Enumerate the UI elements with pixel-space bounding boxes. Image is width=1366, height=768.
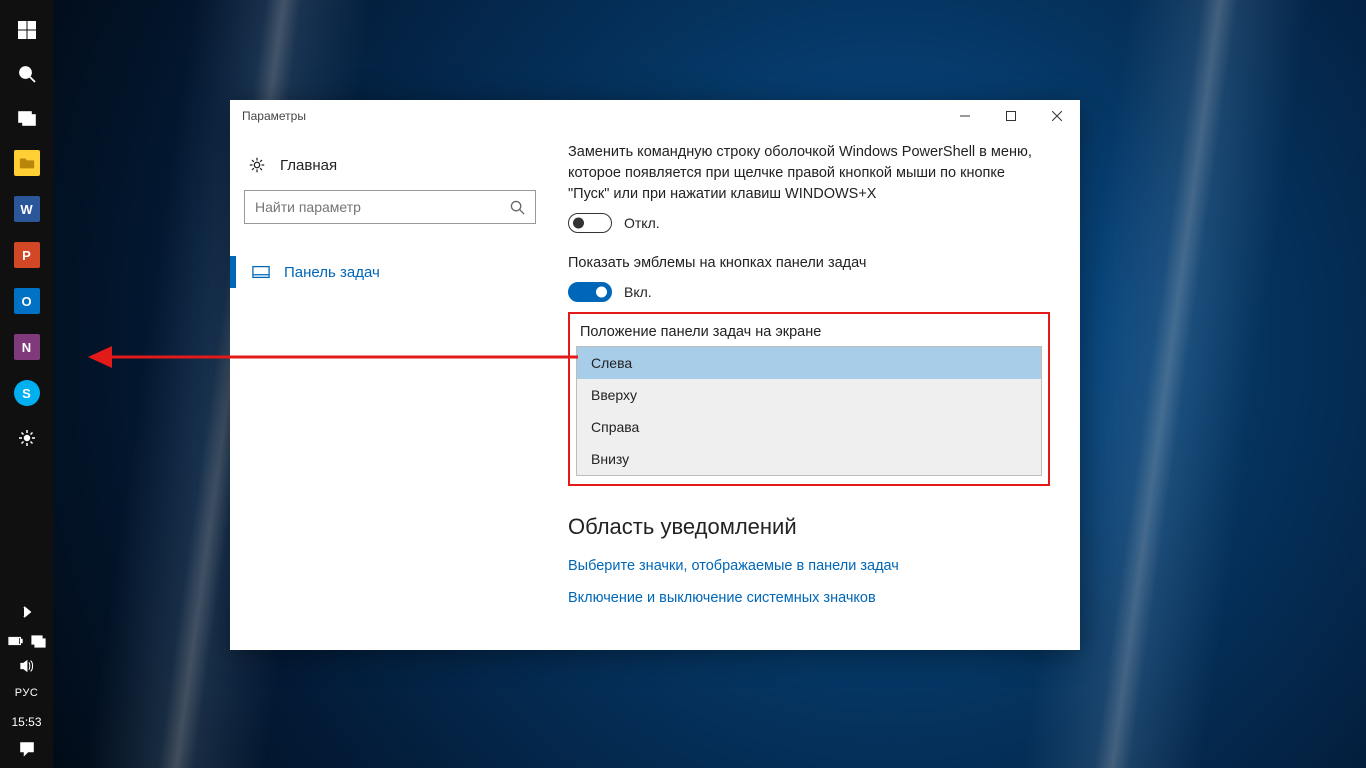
taskbar-position-section: Положение панели задач на экране Слева В… [568, 312, 1050, 486]
system-icons-link[interactable]: Включение и выключение системных значков [568, 590, 1050, 606]
window-title: Параметры [242, 109, 306, 123]
search-icon[interactable] [7, 54, 47, 94]
position-option-top[interactable]: Вверху [577, 379, 1041, 411]
settings-content: Заменить командную строку оболочкой Wind… [550, 132, 1080, 650]
volume-icon[interactable] [19, 658, 35, 677]
powershell-description: Заменить командную строку оболочкой Wind… [568, 142, 1050, 205]
position-option-left[interactable]: Слева [577, 347, 1041, 379]
settings-window: Параметры Главная Панель задач Заменить … [230, 100, 1080, 650]
taskbar-position-label: Положение панели задач на экране [580, 324, 1038, 340]
search-field[interactable] [255, 199, 510, 215]
battery-icon[interactable] [8, 633, 24, 652]
minimize-button[interactable] [942, 100, 988, 132]
network-icon[interactable] [30, 633, 46, 652]
taskbar-app-skype[interactable]: S [7, 373, 47, 413]
search-input[interactable] [244, 190, 536, 224]
taskbar-app-onenote[interactable]: N [7, 327, 47, 367]
start-button[interactable] [7, 10, 47, 50]
home-label: Главная [280, 157, 337, 174]
settings-icon[interactable] [7, 418, 47, 458]
tray-overflow-icon[interactable] [7, 599, 47, 625]
taskbar-app-outlook[interactable]: O [7, 281, 47, 321]
badges-description: Показать эмблемы на кнопках панели задач [568, 253, 1050, 274]
sidebar-item-label: Панель задач [284, 264, 380, 281]
taskbar-app-powerpoint[interactable]: P [7, 235, 47, 275]
taskbar: W P O N S РУС 15:53 [0, 0, 53, 768]
badges-toggle-label: Вкл. [624, 284, 652, 300]
language-indicator[interactable]: РУС [15, 687, 39, 699]
maximize-button[interactable] [988, 100, 1034, 132]
home-button[interactable]: Главная [244, 150, 536, 190]
clock[interactable]: 15:53 [11, 715, 41, 729]
titlebar: Параметры [230, 100, 1080, 132]
system-tray: РУС 15:53 [7, 589, 47, 768]
position-option-bottom[interactable]: Внизу [577, 443, 1041, 475]
taskbar-position-dropdown[interactable]: Слева Вверху Справа Внизу [576, 346, 1042, 476]
notification-area-heading: Область уведомлений [568, 514, 1050, 540]
powershell-toggle-label: Откл. [624, 215, 660, 231]
sidebar-item-taskbar[interactable]: Панель задач [244, 252, 536, 292]
powershell-toggle[interactable] [568, 213, 612, 233]
close-button[interactable] [1034, 100, 1080, 132]
position-option-right[interactable]: Справа [577, 411, 1041, 443]
taskbar-app-file-explorer[interactable] [7, 143, 47, 183]
settings-sidebar: Главная Панель задач [230, 132, 550, 650]
taskview-icon[interactable] [7, 98, 47, 138]
taskbar-app-word[interactable]: W [7, 189, 47, 229]
select-icons-link[interactable]: Выберите значки, отображаемые в панели з… [568, 558, 1050, 574]
badges-toggle[interactable] [568, 282, 612, 302]
action-center-icon[interactable] [19, 741, 35, 760]
